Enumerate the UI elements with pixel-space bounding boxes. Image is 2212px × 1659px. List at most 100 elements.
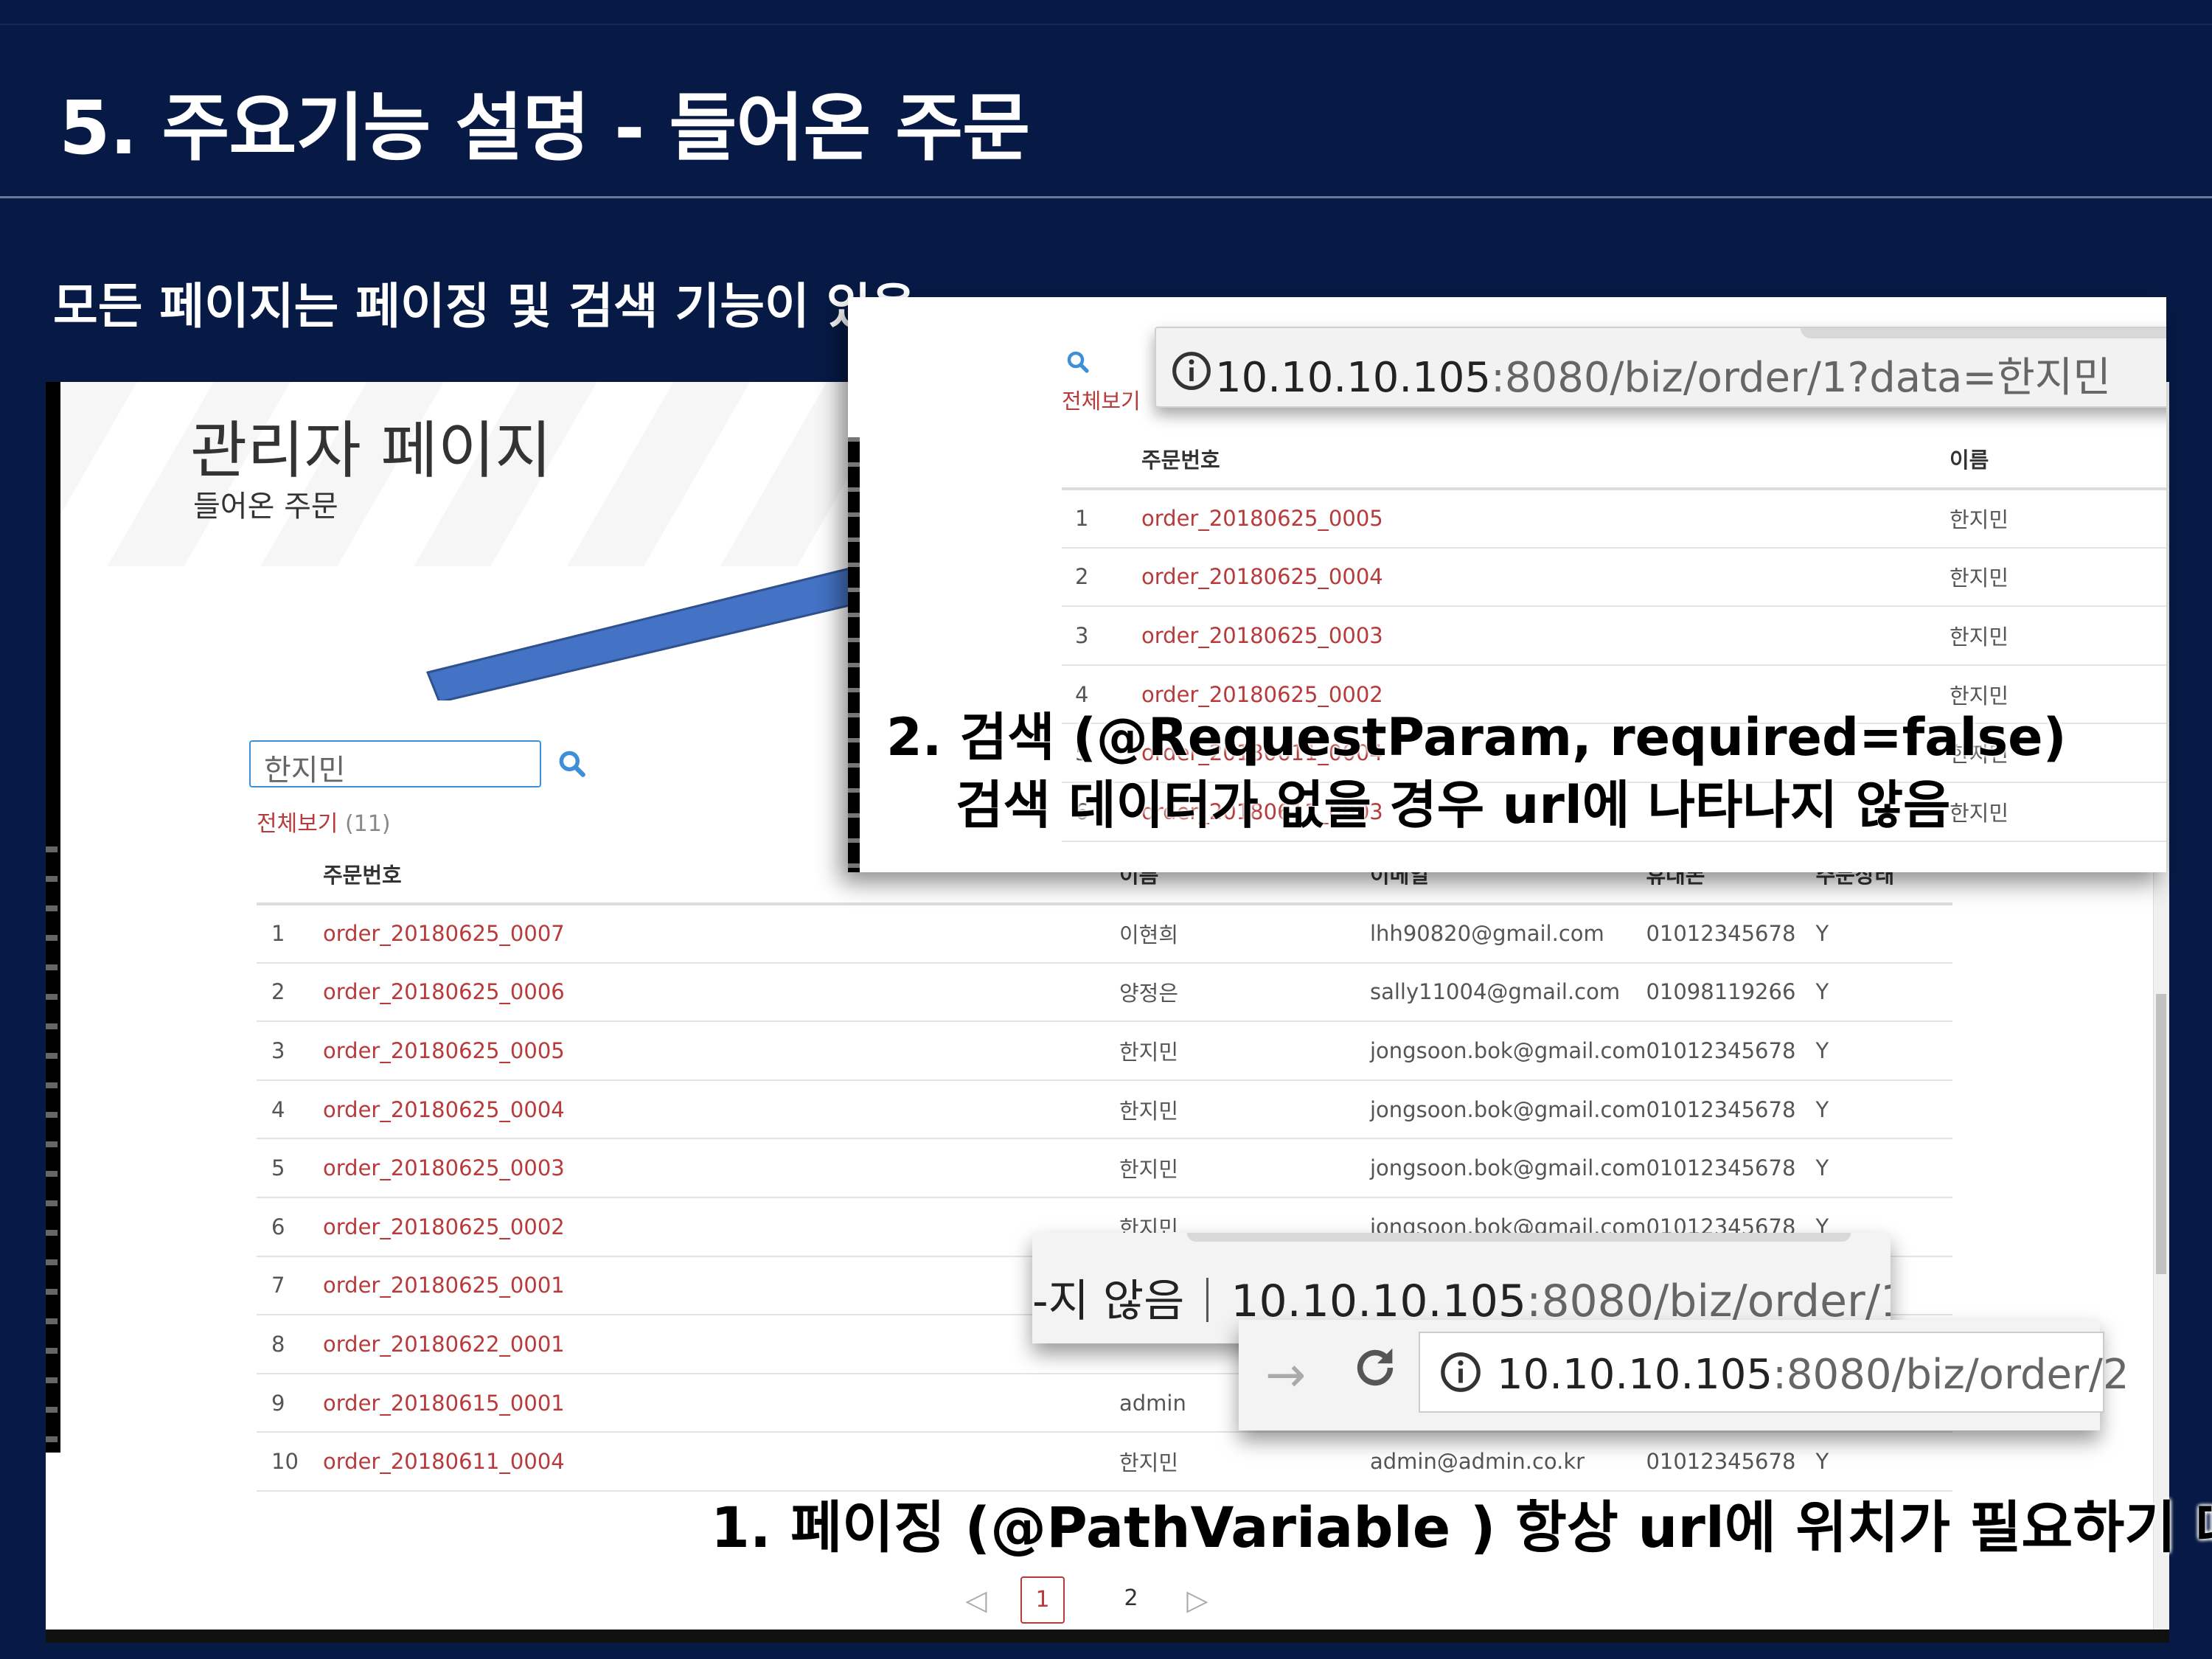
search-input[interactable]: 한지민 xyxy=(249,740,541,787)
browser-tab-edge xyxy=(1187,1233,1851,1242)
view-all-count: (11) xyxy=(344,811,391,837)
table-row: 4 order_20180625_0004 한지민 jongsoon.bok@gmai… xyxy=(257,1079,1952,1140)
view-all-link[interactable]: 전체보기 xyxy=(1062,384,1141,415)
order-link[interactable]: order_20180625_0005 xyxy=(323,1021,1119,1081)
url-path: :8080/biz/order/1?data=한지민 xyxy=(1491,354,2111,402)
order-status: Y xyxy=(1815,1079,1952,1140)
row-number: 1 xyxy=(1062,489,1141,549)
order-link[interactable]: order_20180625_0006 xyxy=(323,962,1119,1023)
slide-title: 5. 주요기능 설명 - 들어온 주문 xyxy=(59,85,1030,171)
row-number: 7 xyxy=(257,1256,323,1316)
order-status: Y xyxy=(1815,1021,1952,1081)
customer-email: lhh90820@gmail.com xyxy=(1370,904,1646,964)
next-page-button[interactable]: ▷ xyxy=(1175,1578,1220,1622)
view-all-link[interactable]: 전체보기 (11) xyxy=(257,805,391,838)
table-row: 3 order_20180625_0003 한지민 xyxy=(1062,606,2166,666)
col-header-order-no: 주문번호 xyxy=(1141,430,1950,490)
order-link[interactable]: order_20180625_0003 xyxy=(323,1138,1119,1198)
view-all-label: 전체보기 xyxy=(257,811,338,837)
search-note-line2: 검색 데이터가 없을 경우 url에 나타나지 않음 xyxy=(956,775,1951,835)
reload-icon[interactable] xyxy=(1349,1342,1401,1394)
customer-phone: 01012345678 xyxy=(1646,1079,1816,1140)
col-header-name: 이름 xyxy=(1950,430,2166,490)
console-text xyxy=(46,846,58,1451)
col-header-no xyxy=(257,845,323,905)
search-icon[interactable] xyxy=(556,748,588,780)
search-icon[interactable] xyxy=(1065,349,1091,375)
table-row: 3 order_20180625_0005 한지민 jongsoon.bok@gmai… xyxy=(257,1021,1952,1081)
customer-name: 이현희 xyxy=(1119,904,1370,964)
customer-name: 한지민 xyxy=(1119,1021,1370,1081)
row-number: 2 xyxy=(1062,547,1141,608)
customer-name: 한지민 xyxy=(1950,489,2166,549)
url-host: 10.10.10.105 xyxy=(1215,354,1492,402)
order-link[interactable]: order_20180625_0004 xyxy=(1141,547,1950,608)
customer-phone: 01012345678 xyxy=(1646,904,1816,964)
browser-tab-edge xyxy=(1801,328,2166,338)
forward-arrow-icon[interactable]: → xyxy=(1265,1346,1306,1403)
order-link[interactable]: order_20180625_0005 xyxy=(1141,489,1950,549)
customer-email: jongsoon.bok@gmail.com xyxy=(1370,1079,1646,1140)
customer-name: 한지민 xyxy=(1950,606,2166,666)
title-rule-top xyxy=(0,24,2212,25)
console-text xyxy=(848,437,860,872)
url-prefix: -지 않음 xyxy=(1032,1276,1185,1327)
url-text[interactable]: 10.10.10.105:8080/biz/order/1?data=한지민 xyxy=(1215,344,2111,404)
customer-name: 한지민 xyxy=(1119,1138,1370,1198)
bottom-bar xyxy=(46,1630,2169,1643)
order-status: Y xyxy=(1815,904,1952,964)
row-number: 4 xyxy=(257,1079,323,1140)
url-separator xyxy=(1206,1278,1209,1322)
customer-phone: 01098119266 xyxy=(1646,962,1816,1023)
order-link[interactable]: order_20180625_0002 xyxy=(323,1197,1119,1257)
address-bar[interactable]: 10.10.10.105:8080/biz/order/1?data=한지민 xyxy=(1155,327,2166,408)
customer-phone: 01012345678 xyxy=(1646,1021,1816,1081)
table-row: 2 order_20180625_0004 한지민 xyxy=(1062,547,2166,608)
title-divider xyxy=(0,196,2212,198)
row-number: 8 xyxy=(257,1315,323,1374)
customer-email: jongsoon.bok@gmail.com xyxy=(1370,1138,1646,1198)
order-status: Y xyxy=(1815,1138,1952,1198)
row-number: 9 xyxy=(257,1373,323,1433)
order-link[interactable]: order_20180625_0003 xyxy=(1141,606,1950,666)
customer-name: 한지민 xyxy=(1950,547,2166,608)
info-icon[interactable] xyxy=(1171,350,1212,392)
customer-email: jongsoon.bok@gmail.com xyxy=(1370,1021,1646,1081)
admin-page-subtitle: 들어온 주문 xyxy=(193,490,338,524)
customer-name: 한지민 xyxy=(1119,1079,1370,1140)
table-row: 1 order_20180625_0005 한지민 xyxy=(1062,489,2166,549)
info-icon[interactable] xyxy=(1439,1351,1482,1394)
row-number: 3 xyxy=(1062,606,1141,666)
page-button-2[interactable]: 2 xyxy=(1109,1576,1153,1624)
paging-note: 1. 페이징 (@PathVariable ) 항상 url에 위치가 필요하기… xyxy=(711,1495,2212,1560)
search-note: 2. 검색 (@RequestParam, required=false) 검색… xyxy=(886,703,2067,839)
order-link[interactable]: order_20180625_0001 xyxy=(323,1256,1119,1316)
address-bar[interactable]: 10.10.10.105:8080/biz/order/2 xyxy=(1419,1332,2129,1413)
customer-name: 양정은 xyxy=(1119,962,1370,1023)
row-number: 6 xyxy=(257,1197,323,1257)
url-host: 10.10.10.105 xyxy=(1497,1351,1773,1399)
row-number: 2 xyxy=(257,962,323,1023)
admin-page-title: 관리자 페이지 xyxy=(190,414,552,487)
order-link[interactable]: order_20180625_0007 xyxy=(323,904,1119,964)
url-snippet-page2: → 10.10.10.105:8080/biz/order/2 xyxy=(1239,1320,2129,1430)
page-button-1[interactable]: 1 xyxy=(1020,1576,1065,1624)
order-link[interactable]: order_20180622_0001 xyxy=(323,1315,1119,1374)
url-path: :8080/biz/order/2 xyxy=(1773,1351,2129,1399)
customer-phone: 01012345678 xyxy=(1646,1138,1816,1198)
row-number: 5 xyxy=(257,1138,323,1198)
prev-page-button[interactable]: ◁ xyxy=(954,1578,998,1622)
customer-email: sally11004@gmail.com xyxy=(1370,962,1646,1023)
row-number: 3 xyxy=(257,1021,323,1081)
table-row: 1 order_20180625_0007 이현희 lhh90820@gmail.co… xyxy=(257,904,1952,964)
table-row: 2 order_20180625_0006 양정은 sally11004@gmail.… xyxy=(257,962,1952,1023)
order-link[interactable]: order_20180615_0001 xyxy=(323,1373,1119,1433)
url-text[interactable]: 10.10.10.105:8080/biz/order/2 xyxy=(1497,1351,2129,1399)
scrollbar-thumb[interactable] xyxy=(2156,994,2166,1274)
search-note-line1: 2. 검색 (@RequestParam, required=false) xyxy=(886,707,2067,768)
col-header-no xyxy=(1062,430,1141,490)
order-status: Y xyxy=(1815,962,1952,1023)
slide-subtitle: 모든 페이지는 페이징 및 검색 기능이 있음 xyxy=(53,278,917,335)
pagination: ◁ 1 2 ▷ xyxy=(954,1576,1220,1624)
order-link[interactable]: order_20180625_0004 xyxy=(323,1079,1119,1140)
